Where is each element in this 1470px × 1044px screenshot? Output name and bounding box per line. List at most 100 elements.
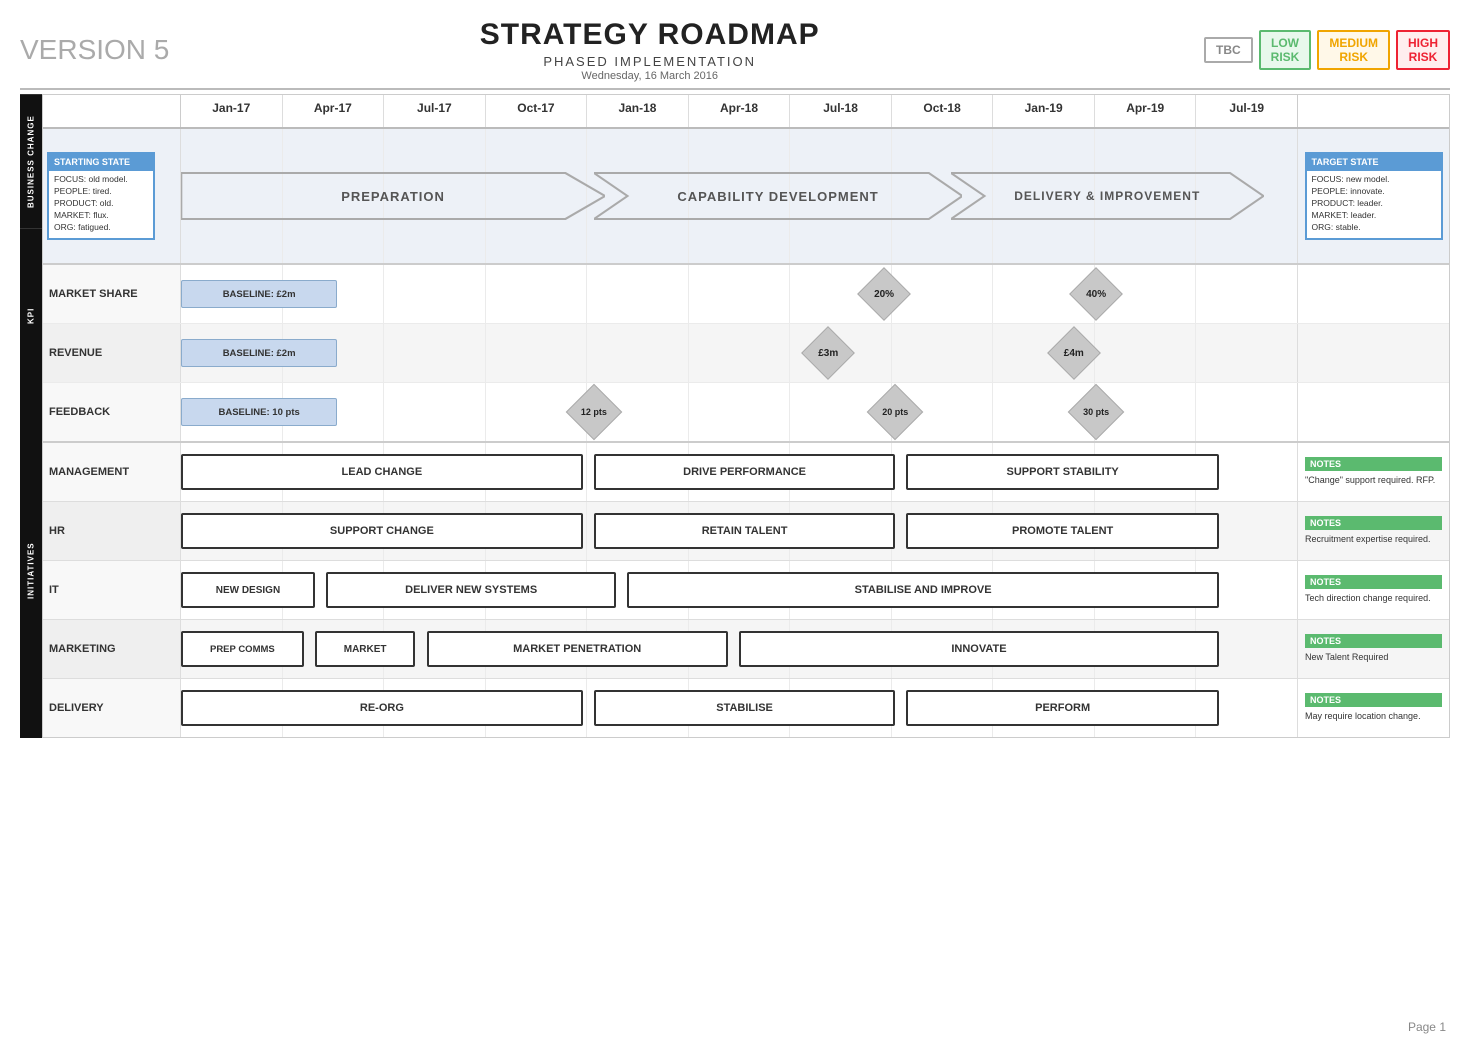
mgmt-notes-text: "Change" support required. RFP. (1305, 474, 1442, 487)
capability-arrow: CAPABILITY DEVELOPMENT (594, 168, 962, 224)
kpi-feedback-cells: BASELINE: 10 pts 12 pts 20 pts 30 pts (181, 383, 1297, 441)
delivery-notes-tag: NOTES (1305, 693, 1442, 707)
date-apr18: Apr-18 (688, 95, 790, 127)
delivery-label: DELIVERY & IMPROVEMENT (951, 168, 1263, 224)
marketing-notes-tag: NOTES (1305, 634, 1442, 648)
starting-state-header: STARTING STATE (49, 154, 153, 171)
legend-medium-line2: RISK (1329, 50, 1378, 64)
innovate-box: INNOVATE (739, 631, 1219, 667)
initiatives-section: MANAGEMENT LEAD CHANGE DRIVE PERFORMANCE… (43, 443, 1449, 737)
main-grid: BUSINESS CHANGE KPI INITIATIVES Jan-17 A… (20, 94, 1450, 738)
target-state-cell: TARGET STATE FOCUS: new model.PEOPLE: in… (1297, 129, 1449, 263)
page-title: STRATEGY ROADMAP (169, 18, 1130, 52)
mgmt-label: MANAGEMENT (43, 443, 181, 501)
date-jan19: Jan-19 (992, 95, 1094, 127)
re-org-box: RE-ORG (181, 690, 583, 726)
kpi-revenue-row: REVENUE BASELINE: £2m £3m £4m (43, 324, 1449, 383)
kpi-feedback-label: FEEDBACK (43, 383, 181, 441)
feedback-12pts-diamond: 12 pts (569, 388, 619, 436)
it-notes: NOTES Tech direction change required. (1297, 561, 1449, 619)
biz-label-cell: STARTING STATE FOCUS: old model.PEOPLE: … (43, 129, 181, 263)
legend-medium-line1: MEDIUM (1329, 36, 1378, 50)
new-design-box: NEW DESIGN (181, 572, 315, 608)
marketing-row: MARKETING PREP COMMS MARKET MARKET PENET… (43, 620, 1449, 679)
lead-change-box: LEAD CHANGE (181, 454, 583, 490)
kpi-market-share-notes (1297, 265, 1449, 323)
date-jul19: Jul-19 (1195, 95, 1297, 127)
kpi-revenue-cells: BASELINE: £2m £3m £4m (181, 324, 1297, 382)
perform-box: PERFORM (906, 690, 1218, 726)
kpi-feedback-notes (1297, 383, 1449, 441)
notes-header-cell (1297, 95, 1449, 127)
it-label: IT (43, 561, 181, 619)
kpi-revenue-notes (1297, 324, 1449, 382)
it-notes-tag: NOTES (1305, 575, 1442, 589)
legend-high-risk: HIGH RISK (1396, 30, 1450, 71)
legend-medium-risk: MEDIUM RISK (1317, 30, 1390, 71)
legend-high-line2: RISK (1408, 50, 1438, 64)
target-state-header: TARGET STATE (1307, 154, 1441, 171)
page: VERSION 5 STRATEGY ROADMAP PHASED IMPLEM… (0, 0, 1470, 1044)
header-divider (20, 88, 1450, 90)
hr-label: HR (43, 502, 181, 560)
preparation-label: PREPARATION (181, 168, 605, 224)
delivery-arrow: DELIVERY & IMPROVEMENT (951, 168, 1263, 224)
date-cols: Jan-17 Apr-17 Jul-17 Oct-17 Jan-18 Apr-1… (181, 95, 1297, 127)
biz-arrows-area: PREPARATION CAPABILITY DEVELOPMENT (181, 129, 1297, 263)
stabilise-box: STABILISE (594, 690, 895, 726)
kpi-market-share-label: MARKET SHARE (43, 265, 181, 323)
delivery-row: DELIVERY RE-ORG STABILISE PERFORM NOTES … (43, 679, 1449, 737)
date-oct18: Oct-18 (891, 95, 993, 127)
date-oct17: Oct-17 (485, 95, 587, 127)
right-content: Jan-17 Apr-17 Jul-17 Oct-17 Jan-18 Apr-1… (42, 94, 1450, 738)
feedback-30pts-diamond: 30 pts (1071, 388, 1121, 436)
section-label-business-change: BUSINESS CHANGE (20, 94, 42, 228)
target-state-body: FOCUS: new model.PEOPLE: innovate.PRODUC… (1307, 174, 1441, 233)
it-cells: NEW DESIGN DELIVER NEW SYSTEMS STABILISE… (181, 561, 1297, 619)
kpi-market-share-row: MARKET SHARE BASELINE: £2m 20% (43, 265, 1449, 324)
legend-low-line2: RISK (1271, 50, 1300, 64)
kpi-market-share-cells: BASELINE: £2m 20% 40% (181, 265, 1297, 323)
date-apr19: Apr-19 (1094, 95, 1196, 127)
kpi-revenue-label: REVENUE (43, 324, 181, 382)
promote-talent-box: PROMOTE TALENT (906, 513, 1218, 549)
support-stability-box: SUPPORT STABILITY (906, 454, 1218, 490)
section-label-kpi: KPI (20, 228, 42, 403)
market-share-baseline: BASELINE: £2m (181, 280, 337, 308)
date-jan18: Jan-18 (586, 95, 688, 127)
date-jan17: Jan-17 (181, 95, 282, 127)
legend-low-line1: LOW (1271, 36, 1300, 50)
delivery-cells: RE-ORG STABILISE PERFORM (181, 679, 1297, 737)
header: VERSION 5 STRATEGY ROADMAP PHASED IMPLEM… (20, 18, 1450, 82)
hr-cells: SUPPORT CHANGE RETAIN TALENT PROMOTE TAL… (181, 502, 1297, 560)
delivery-label: DELIVERY (43, 679, 181, 737)
mgmt-notes: NOTES "Change" support required. RFP. (1297, 443, 1449, 501)
marketing-notes-text: New Talent Required (1305, 651, 1442, 664)
date-header-row: Jan-17 Apr-17 Jul-17 Oct-17 Jan-18 Apr-1… (43, 95, 1449, 129)
stabilise-improve-box: STABILISE AND IMPROVE (627, 572, 1218, 608)
revenue-3m-diamond: £3m (805, 330, 851, 376)
mgmt-notes-tag: NOTES (1305, 457, 1442, 471)
page-number: Page 1 (1408, 1020, 1446, 1034)
marketing-notes: NOTES New Talent Required (1297, 620, 1449, 678)
business-change-section: STARTING STATE FOCUS: old model.PEOPLE: … (43, 129, 1449, 265)
marketing-label: MARKETING (43, 620, 181, 678)
version-label: VERSION 5 (20, 34, 169, 66)
legend-tbc: TBC (1204, 37, 1253, 63)
capability-label: CAPABILITY DEVELOPMENT (594, 168, 962, 224)
market-penetration-box: MARKET PENETRATION (427, 631, 728, 667)
feedback-baseline: BASELINE: 10 pts (181, 398, 337, 426)
date-jul18: Jul-18 (789, 95, 891, 127)
feedback-20pts-diamond: 20 pts (870, 388, 920, 436)
deliver-new-systems-box: DELIVER NEW SYSTEMS (326, 572, 616, 608)
date-apr17: Apr-17 (282, 95, 384, 127)
legend-block: TBC LOW RISK MEDIUM RISK HIGH RISK (1130, 30, 1450, 71)
retain-talent-box: RETAIN TALENT (594, 513, 895, 549)
kpi-feedback-row: FEEDBACK BASELINE: 10 pts 12 pts 20 pts (43, 383, 1449, 441)
legend-high-line1: HIGH (1408, 36, 1438, 50)
revenue-baseline: BASELINE: £2m (181, 339, 337, 367)
target-state-box: TARGET STATE FOCUS: new model.PEOPLE: in… (1305, 152, 1443, 239)
hr-notes-text: Recruitment expertise required. (1305, 533, 1442, 546)
page-subtitle: PHASED IMPLEMENTATION (169, 54, 1130, 69)
it-row: IT NEW DESIGN DELIVER NEW SYSTEMS STABIL… (43, 561, 1449, 620)
